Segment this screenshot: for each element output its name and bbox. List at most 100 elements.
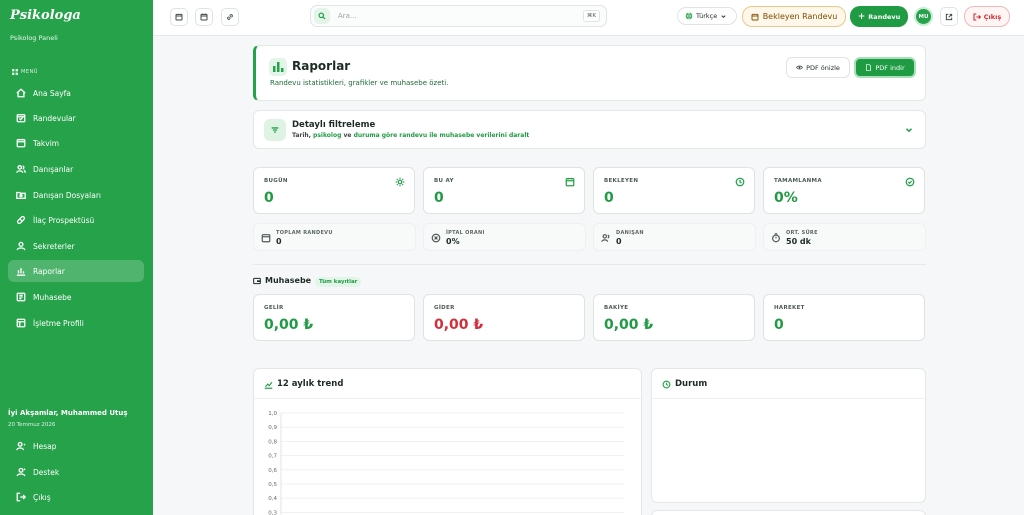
sidebar-item-support[interactable]: Destek bbox=[8, 461, 144, 483]
users-icon bbox=[16, 164, 26, 174]
clock-icon bbox=[662, 380, 671, 388]
new-appointment-button[interactable]: + Randevu bbox=[850, 6, 908, 27]
sidebar-item-label: Raporlar bbox=[33, 266, 65, 276]
secondary-panel-card bbox=[651, 510, 926, 515]
sidebar-item-label: İlaç Prospektüsü bbox=[33, 215, 95, 225]
search-icon bbox=[314, 8, 330, 24]
stat-label: TAMAMLANMA bbox=[774, 178, 822, 184]
sidebar-item-secretaries[interactable]: Sekreterler bbox=[8, 235, 144, 257]
stat-card-this-month: BU AY 0 bbox=[423, 167, 585, 214]
sidebar-item-client-files[interactable]: Danışan Dosyaları bbox=[8, 184, 144, 206]
topbar: ⌘K Türkçe Bekleyen Randevu + Randevu MU … bbox=[153, 0, 1024, 36]
stat-card-completion: TAMAMLANMA 0% bbox=[763, 167, 925, 214]
sidebar-item-label: Ana Sayfa bbox=[33, 88, 71, 98]
sidebar-item-appointments[interactable]: Randevular bbox=[8, 107, 144, 129]
stat-value: 0 bbox=[604, 190, 614, 206]
filter-sub-psychologist: psikolog bbox=[313, 132, 342, 139]
sidebar-item-reports[interactable]: Raporlar bbox=[8, 260, 144, 282]
page-header-card: Raporlar Randevu istatistikleri, grafikl… bbox=[253, 45, 926, 101]
mini-stat-label: TOPLAM RANDEVU bbox=[276, 230, 333, 236]
home-icon bbox=[16, 88, 26, 98]
account-icon bbox=[16, 441, 26, 451]
logout-button[interactable]: Çıkış bbox=[964, 6, 1010, 27]
building-icon bbox=[16, 318, 26, 328]
accounting-label: BAKİYE bbox=[604, 305, 629, 311]
chevron-down-icon[interactable] bbox=[904, 125, 914, 135]
y-tick-label: 1,0 bbox=[268, 411, 277, 417]
link-button[interactable] bbox=[221, 8, 239, 26]
wallet-icon bbox=[253, 277, 261, 284]
filter-subtitle: Tarih, psikolog ve duruma göre randevu i… bbox=[292, 132, 529, 139]
page-title: Raporlar bbox=[292, 59, 351, 73]
sidebar-item-label: Destek bbox=[33, 467, 60, 477]
sidebar-item-drug-leaflet[interactable]: İlaç Prospektüsü bbox=[8, 209, 144, 231]
users-icon bbox=[601, 233, 611, 243]
plus-icon: + bbox=[857, 11, 866, 22]
sidebar: Psikologa Psikolog Paneli MENÜ Ana Sayfa… bbox=[0, 0, 153, 515]
mini-stat-label: İPTAL ORANI bbox=[446, 230, 485, 236]
accounting-card-expense: GİDER 0,00 ₺ bbox=[423, 294, 585, 341]
filter-sub-prefix: Tarih, bbox=[292, 132, 314, 139]
status-chart-title: Durum bbox=[662, 379, 707, 389]
bar-chart-icon bbox=[269, 58, 287, 76]
sidebar-item-label: Danışanlar bbox=[33, 164, 74, 174]
menu-label-text: MENÜ bbox=[21, 69, 38, 75]
sidebar-item-home[interactable]: Ana Sayfa bbox=[8, 82, 144, 104]
calendar-check-icon bbox=[16, 113, 26, 123]
y-tick-label: 0,4 bbox=[268, 496, 277, 502]
accounting-badge: Tüm kayıtlar bbox=[315, 277, 362, 287]
sidebar-item-label: Muhasebe bbox=[33, 292, 72, 302]
search-input[interactable] bbox=[338, 12, 558, 20]
accounting-value: 0,00 ₺ bbox=[604, 317, 654, 333]
stat-label: BUGÜN bbox=[264, 178, 288, 184]
mini-stat-value: 0 bbox=[616, 237, 622, 246]
pending-appointments-button[interactable]: Bekleyen Randevu bbox=[742, 6, 846, 27]
section-divider bbox=[253, 264, 926, 265]
pill-icon bbox=[16, 215, 26, 225]
filter-panel[interactable]: Detaylı filtreleme Tarih, psikolog ve du… bbox=[253, 110, 926, 149]
avatar[interactable]: MU bbox=[914, 7, 933, 26]
globe-icon bbox=[685, 12, 693, 20]
trend-title-text: 12 aylık trend bbox=[277, 379, 344, 389]
pending-label: Bekleyen Randevu bbox=[762, 12, 838, 21]
stat-value: 0% bbox=[774, 190, 798, 206]
accounting-label: HAREKET bbox=[774, 305, 805, 311]
timer-icon bbox=[771, 233, 781, 243]
ledger-icon bbox=[16, 292, 26, 302]
pdf-preview-button[interactable]: PDF önizle bbox=[786, 57, 850, 78]
logout-label: Çıkış bbox=[983, 12, 1002, 21]
sidebar-item-label: Sekreterler bbox=[33, 241, 75, 251]
stat-label: BEKLEYEN bbox=[604, 178, 639, 184]
calendar-button[interactable] bbox=[170, 8, 188, 26]
calendar-icon bbox=[565, 177, 575, 187]
accounting-card-transactions: HAREKET 0 bbox=[763, 294, 925, 341]
sidebar-item-label: Hesap bbox=[33, 441, 57, 451]
pdf-download-button[interactable]: PDF indir bbox=[854, 57, 916, 78]
greeting-date: 20 Temmuz 2026 bbox=[8, 422, 56, 428]
brand-logo[interactable]: Psikologa bbox=[10, 8, 81, 23]
filter-title: Detaylı filtreleme bbox=[292, 120, 376, 130]
search-box[interactable]: ⌘K bbox=[310, 5, 607, 27]
sidebar-item-clients[interactable]: Danışanlar bbox=[8, 158, 144, 180]
link-icon bbox=[227, 14, 233, 20]
sidebar-item-account[interactable]: Hesap bbox=[8, 435, 144, 457]
accounting-card-balance: BAKİYE 0,00 ₺ bbox=[593, 294, 755, 341]
x-circle-icon bbox=[431, 233, 441, 243]
stat-card-today: BUGÜN 0 bbox=[253, 167, 415, 214]
sidebar-item-accounting[interactable]: Muhasebe bbox=[8, 286, 144, 308]
language-label: Türkçe bbox=[696, 12, 718, 20]
sidebar-item-calendar[interactable]: Takvim bbox=[8, 132, 144, 154]
calendar-icon bbox=[16, 138, 26, 148]
language-select[interactable]: Türkçe bbox=[677, 7, 737, 25]
sidebar-item-logout[interactable]: Çıkış bbox=[8, 486, 144, 508]
mini-stat-label: DANIŞAN bbox=[616, 230, 644, 236]
mini-stat-value: 0% bbox=[446, 237, 460, 246]
open-external-button[interactable] bbox=[940, 7, 958, 26]
sidebar-item-business-profile[interactable]: İşletme Profili bbox=[8, 312, 144, 334]
accounting-section-title: Muhasebe bbox=[253, 276, 311, 285]
menu-section-label: MENÜ bbox=[12, 69, 38, 75]
folder-icon bbox=[16, 190, 26, 200]
calendar-grid-button[interactable] bbox=[195, 8, 213, 26]
accounting-value: 0 bbox=[774, 317, 784, 333]
accounting-value: 0,00 ₺ bbox=[434, 317, 484, 333]
